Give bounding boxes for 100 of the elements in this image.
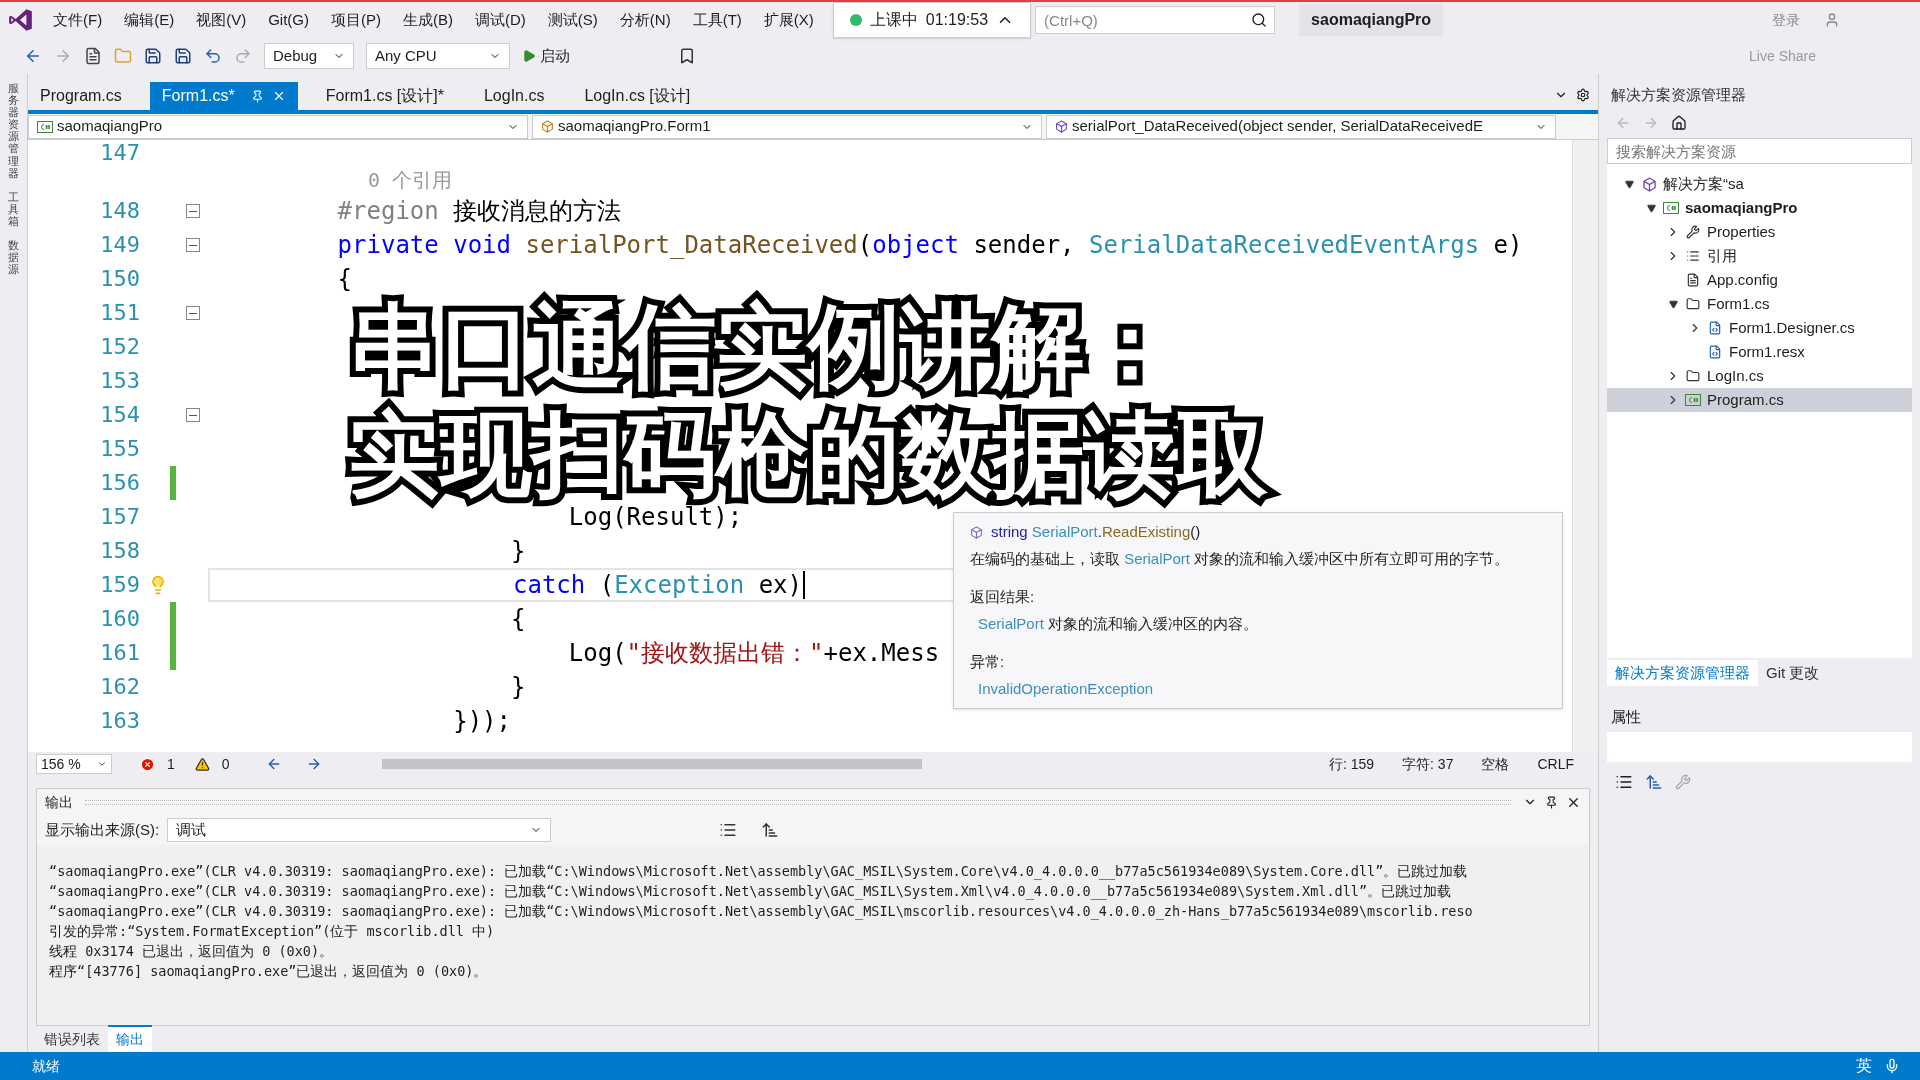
line-number: 152 bbox=[99, 334, 141, 360]
play-icon bbox=[522, 49, 536, 63]
panel-title: 属性 bbox=[1611, 706, 1641, 727]
tree-item[interactable]: Program.cs bbox=[1607, 388, 1912, 412]
tree-item[interactable]: Properties bbox=[1607, 220, 1912, 244]
tree-item[interactable]: Form1.resx bbox=[1607, 340, 1912, 364]
document-tab[interactable]: LogIn.cs bbox=[471, 82, 557, 110]
line-number: 159 bbox=[99, 572, 141, 598]
method-icon bbox=[1055, 120, 1068, 133]
member-dropdown[interactable]: serialPort_DataReceived(object sender, SerialDataReceivedE bbox=[1046, 114, 1556, 139]
menu-item[interactable]: 工具(T) bbox=[681, 8, 753, 32]
menu-item[interactable]: 调试(D) bbox=[464, 8, 537, 32]
search-icon bbox=[1251, 12, 1268, 28]
panel-tab[interactable]: 解决方案资源管理器 bbox=[1607, 659, 1758, 686]
tree-label: Form1.Designer.cs bbox=[1729, 317, 1855, 338]
tree-label: Form1.resx bbox=[1729, 341, 1805, 362]
solution-search-field[interactable]: 搜索解决方案资源 bbox=[1607, 138, 1912, 164]
menu-item[interactable]: 分析(N) bbox=[608, 8, 682, 32]
fold-toggle[interactable] bbox=[186, 204, 200, 218]
code-line: catch (Exception ex) bbox=[224, 567, 805, 603]
pin-icon bbox=[250, 89, 264, 103]
line-number: 150 bbox=[99, 266, 141, 292]
redo-icon bbox=[234, 47, 252, 65]
tree-label: App.config bbox=[1707, 269, 1778, 290]
forward-icon bbox=[54, 47, 72, 65]
tree-item[interactable]: 引用 bbox=[1607, 244, 1912, 268]
document-tab[interactable]: Form1.cs* bbox=[149, 82, 298, 110]
tree-item[interactable]: Form1.cs bbox=[1607, 292, 1912, 316]
line-ending: CRLF bbox=[1537, 754, 1574, 774]
save-icon bbox=[144, 47, 162, 65]
new-file-icon bbox=[84, 47, 102, 65]
menu-item[interactable]: 视图(V) bbox=[185, 8, 258, 32]
output-line: “saomaqiangPro.exe”(CLR v4.0.30319: saomaqiangPro.exe): 已加载“C:\Windows\Microsoft.Net\assembly\GAC_MSIL\System.Core\v4.0_4.0.0.0__b77a5c561934e089\System.Core.dll”。已跳过加载 bbox=[49, 862, 1469, 881]
panel-tab[interactable]: Git 更改 bbox=[1758, 659, 1828, 686]
menu-item[interactable]: Git(G) bbox=[257, 8, 320, 32]
cursor-column: 字符: 37 bbox=[1402, 753, 1454, 775]
menu-item[interactable]: 测试(S) bbox=[536, 8, 609, 32]
dropdown-caret-icon bbox=[97, 759, 107, 769]
menu-item[interactable]: 扩展(X) bbox=[752, 8, 825, 32]
wrench-icon bbox=[1686, 225, 1700, 239]
tree-item[interactable]: saomaqiangPro bbox=[1607, 196, 1912, 220]
menu-item[interactable]: 编辑(E) bbox=[113, 8, 186, 32]
fold-toggle[interactable] bbox=[186, 238, 200, 252]
csharp-file-icon bbox=[1685, 394, 1701, 406]
output-line: 线程 0x3174 已退出，返回值为 0 (0x0)。 bbox=[49, 942, 335, 961]
side-tab[interactable]: 服务器资源管理器 bbox=[8, 82, 19, 179]
returns-text: SerialPort 对象的流和输入缓冲区的内容。 bbox=[978, 613, 1260, 634]
config-file-icon bbox=[1686, 273, 1700, 287]
panel-tab[interactable]: 错误列表 bbox=[36, 1027, 108, 1052]
code-line: } bbox=[510, 536, 526, 567]
configuration-dropdown[interactable]: Debug bbox=[264, 43, 354, 69]
csharp-project-icon bbox=[1663, 202, 1679, 214]
tree-item[interactable]: LogIn.cs bbox=[1607, 364, 1912, 388]
project-dropdown[interactable]: saomaqiangPro bbox=[28, 114, 528, 139]
warning-icon bbox=[194, 756, 210, 772]
back-icon bbox=[24, 47, 42, 65]
side-tab[interactable]: 数据源 bbox=[8, 239, 19, 276]
source-dropdown[interactable]: 调试 bbox=[167, 818, 552, 842]
tree-label: saomaqiangPro bbox=[1685, 197, 1798, 218]
bookmark-icon bbox=[678, 47, 696, 65]
line-number: 163 bbox=[99, 708, 141, 734]
error-count[interactable]: 1 bbox=[167, 753, 175, 775]
back-icon bbox=[1615, 115, 1631, 131]
app-logo-icon bbox=[8, 7, 34, 33]
line-number: 161 bbox=[99, 640, 141, 666]
fold-toggle[interactable] bbox=[186, 306, 200, 320]
vertical-scrollbar[interactable] bbox=[1572, 140, 1598, 752]
file-icon bbox=[1708, 321, 1722, 335]
tree-label: Properties bbox=[1707, 221, 1776, 242]
side-tab[interactable]: 工具箱 bbox=[8, 190, 19, 228]
line-number: 156 bbox=[99, 470, 141, 496]
platform-dropdown[interactable]: Any CPU bbox=[366, 43, 510, 69]
line-number: 157 bbox=[99, 504, 141, 530]
menu-item[interactable]: 生成(B) bbox=[392, 8, 464, 32]
tree-label: 解决方案“sa bbox=[1663, 173, 1744, 194]
panel-tab[interactable]: 输出 bbox=[108, 1025, 152, 1052]
line-number: 160 bbox=[99, 606, 141, 632]
menu-item[interactable]: 文件(F) bbox=[42, 8, 114, 32]
start-button[interactable]: 启动 bbox=[522, 44, 570, 68]
account-icon bbox=[1824, 12, 1840, 28]
document-tab[interactable]: LogIn.cs [设计] bbox=[572, 82, 703, 110]
document-tab[interactable]: Program.cs bbox=[28, 82, 134, 110]
tree-item[interactable]: 解决方案“sa bbox=[1607, 172, 1912, 196]
class-dropdown[interactable]: saomaqiangPro.Form1 bbox=[532, 114, 1042, 139]
tree-label: Form1.cs bbox=[1707, 293, 1770, 314]
code-line: Log("接收数据出错："+ex.Mess bbox=[567, 638, 940, 669]
tree-label: 引用 bbox=[1707, 245, 1737, 266]
save-all-icon bbox=[174, 47, 192, 65]
ime-indicator[interactable]: 英 bbox=[1856, 1054, 1872, 1078]
search-field[interactable]: (Ctrl+Q) bbox=[1035, 6, 1276, 34]
timer-status: 上课中 bbox=[869, 10, 918, 30]
fold-toggle[interactable] bbox=[186, 408, 200, 422]
document-tab[interactable]: Form1.cs [设计]* bbox=[313, 82, 456, 110]
line-number: 147 bbox=[99, 140, 141, 166]
tree-item[interactable]: App.config bbox=[1607, 268, 1912, 292]
tree-item[interactable]: Form1.Designer.cs bbox=[1607, 316, 1912, 340]
zoom-dropdown[interactable]: 156 % bbox=[36, 754, 112, 774]
warning-count[interactable]: 0 bbox=[221, 753, 230, 775]
menu-item[interactable]: 项目(P) bbox=[320, 8, 392, 32]
method-summary: 在编码的基础上，读取 SerialPort 对象的流和输入缓冲区中所有立即可用的字节。 bbox=[970, 548, 1511, 569]
